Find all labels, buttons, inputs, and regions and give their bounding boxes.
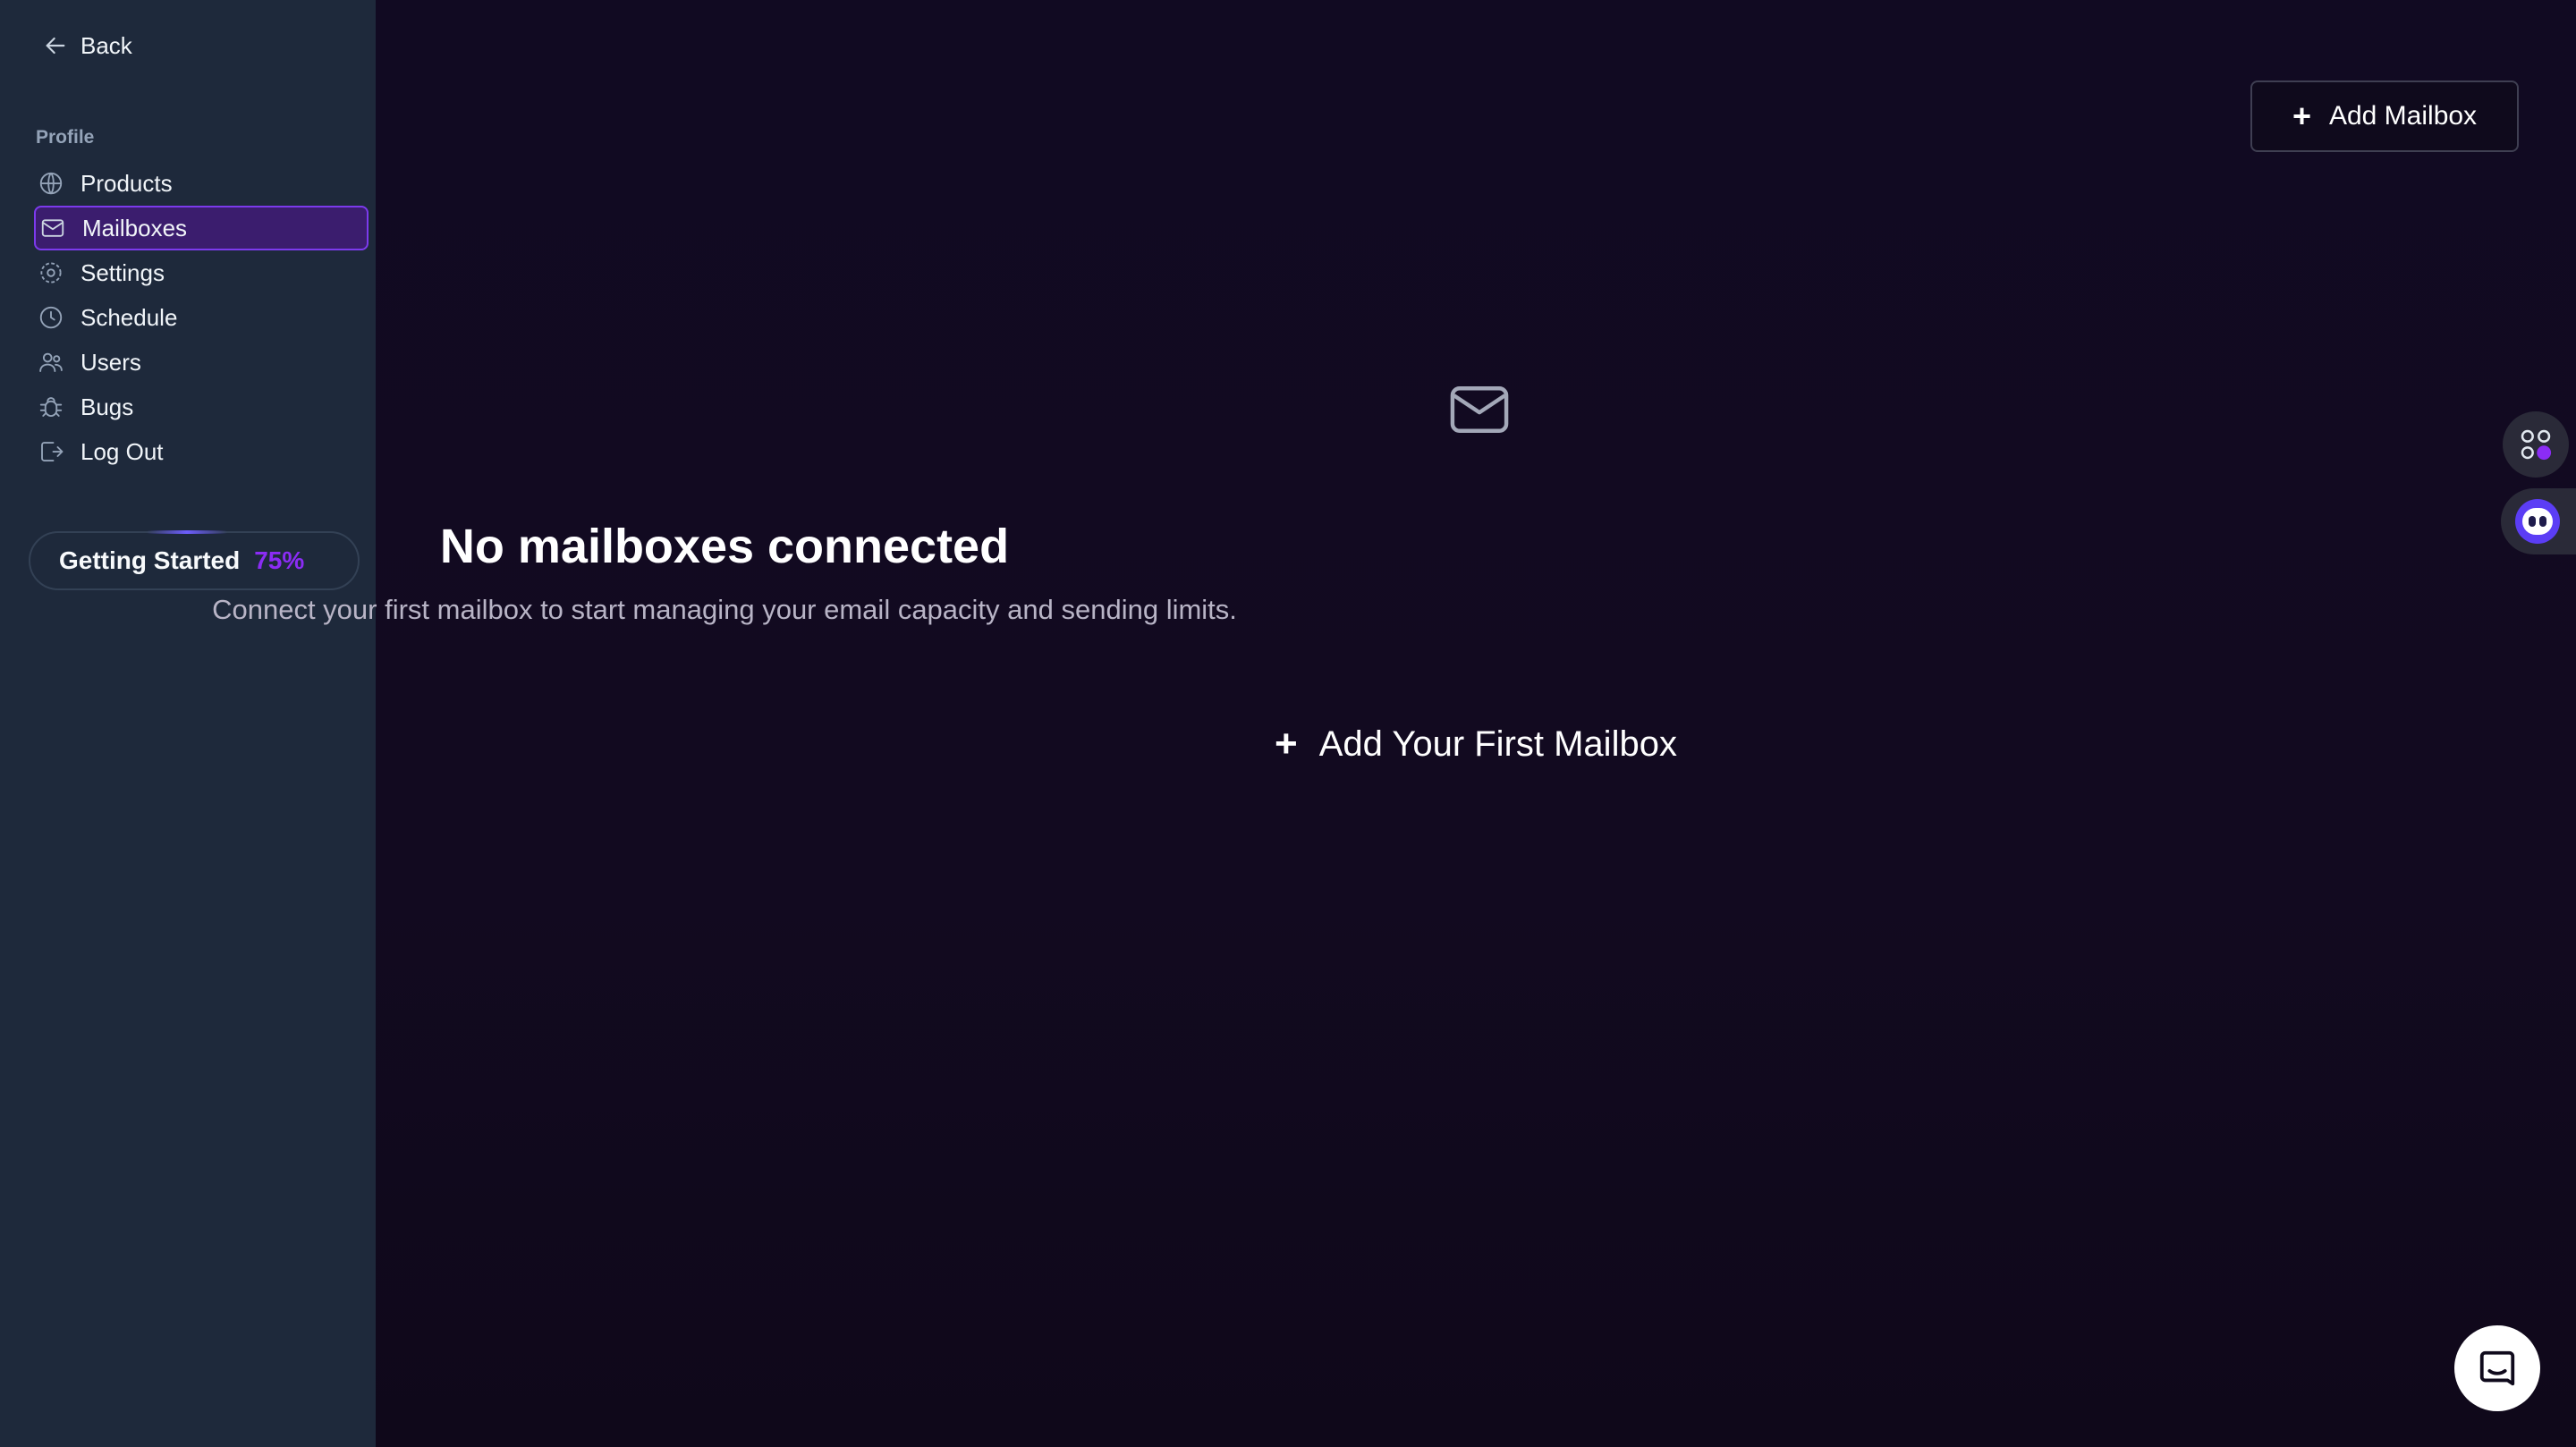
mail-icon (41, 219, 64, 237)
sidebar-item-label: Users (80, 348, 141, 376)
apps-widget[interactable] (2503, 411, 2569, 478)
mail-icon (1450, 386, 1509, 433)
add-mailbox-label: Add Mailbox (2328, 101, 2478, 131)
sidebar-item-schedule[interactable]: Schedule (34, 295, 369, 340)
add-first-mailbox-button[interactable]: + Add Your First Mailbox (1270, 711, 1682, 777)
back-link[interactable]: Back (41, 27, 132, 64)
sidebar-item-label: Mailboxes (82, 214, 188, 241)
add-mailbox-button[interactable]: + Add Mailbox (2250, 80, 2519, 152)
sidebar-nav: Products Mailboxes Settings Schedule Use… (34, 161, 369, 474)
bug-icon (39, 397, 63, 417)
sidebar-item-label: Log Out (80, 437, 164, 465)
add-first-mailbox-label: Add Your First Mailbox (1318, 724, 1677, 764)
empty-state-description: Connect your first mailbox to start mana… (212, 594, 1237, 625)
sidebar-item-bugs[interactable]: Bugs (34, 385, 369, 429)
chat-launcher-button[interactable] (2454, 1325, 2540, 1411)
sidebar-item-label: Settings (80, 258, 165, 286)
logout-icon (41, 442, 64, 461)
apps-grid-icon (2521, 429, 2552, 461)
globe-icon (39, 172, 63, 195)
sidebar-item-settings[interactable]: Settings (34, 250, 369, 295)
sidebar-item-label: Products (80, 169, 173, 197)
bot-icon (2515, 499, 2560, 544)
chat-icon (2479, 1350, 2515, 1386)
plus-icon: + (2292, 97, 2311, 134)
clock-icon (39, 306, 63, 329)
empty-state: No mailboxes connected Connect your firs… (212, 376, 2576, 787)
bot-widget[interactable] (2501, 488, 2576, 554)
sidebar-item-label: Schedule (80, 303, 178, 331)
empty-state-title: No mailboxes connected (439, 520, 1010, 573)
plus-icon: + (1275, 722, 1298, 766)
users-icon (39, 352, 63, 372)
section-label-profile: Profile (36, 127, 95, 148)
sidebar-item-products[interactable]: Products (34, 161, 369, 206)
sidebar-item-users[interactable]: Users (34, 340, 369, 385)
sidebar-item-mailboxes[interactable]: Mailboxes (34, 206, 369, 250)
back-label: Back (80, 31, 132, 59)
sidebar-item-logout[interactable]: Log Out (34, 429, 369, 474)
arrow-left-icon (46, 37, 65, 55)
sidebar: Back Profile Products Mailboxes Settings… (0, 0, 376, 1447)
sidebar-item-label: Bugs (80, 393, 134, 420)
gear-icon (40, 262, 62, 283)
app-window: Back Profile Products Mailboxes Settings… (0, 0, 2576, 1447)
